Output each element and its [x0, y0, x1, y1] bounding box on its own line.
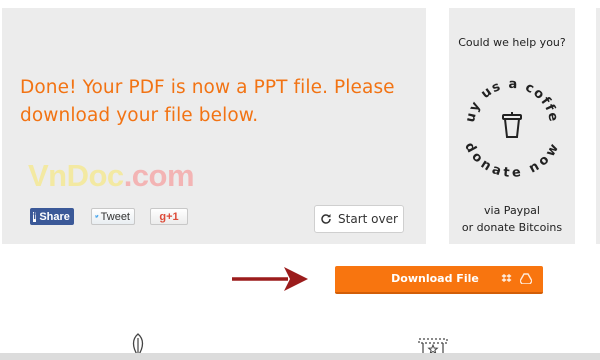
google-plus-button[interactable]: g+1 — [150, 208, 188, 225]
donation-sidebar: Could we help you? buy us a coffee donat… — [449, 8, 575, 244]
watermark-text-part2: .com — [123, 158, 195, 193]
dropbox-icon[interactable] — [501, 273, 512, 284]
facebook-share-label: Share — [39, 210, 70, 223]
conversion-done-message: Done! Your PDF is now a PPT file. Please… — [20, 77, 395, 126]
watermark-text-part1: VnDoc — [28, 158, 124, 193]
conversion-result-panel: Done! Your PDF is now a PPT file. Please… — [2, 8, 426, 244]
twitter-tweet-button[interactable]: Tweet — [91, 208, 135, 225]
bottom-divider — [0, 353, 600, 360]
download-file-button[interactable]: Download File — [335, 266, 543, 294]
refresh-icon — [321, 214, 331, 224]
start-over-button[interactable]: Start over — [314, 205, 404, 233]
twitter-bird-icon — [95, 214, 99, 218]
buy-coffee-badge[interactable]: buy us a coffee donate now — [460, 58, 564, 188]
facebook-icon: f — [33, 210, 37, 222]
coffee-badge-bottom-text: donate now — [461, 140, 561, 181]
arrow-right-icon — [232, 267, 308, 291]
donate-bitcoins-text: or donate Bitcoins — [461, 221, 563, 234]
start-over-label: Start over — [338, 212, 398, 226]
google-plus-label: g+1 — [159, 210, 179, 223]
google-drive-icon[interactable] — [520, 273, 532, 284]
via-paypal-text: via Paypal — [484, 204, 540, 217]
right-panel-edge — [596, 8, 600, 244]
coffee-cup-icon — [502, 112, 522, 138]
facebook-share-button[interactable]: f Share — [30, 208, 74, 225]
svg-text:donate now: donate now — [461, 140, 563, 181]
twitter-tweet-label: Tweet — [100, 210, 130, 223]
help-question: Could we help you? — [458, 36, 566, 49]
watermark-logo: VnDoc.com — [28, 158, 195, 194]
